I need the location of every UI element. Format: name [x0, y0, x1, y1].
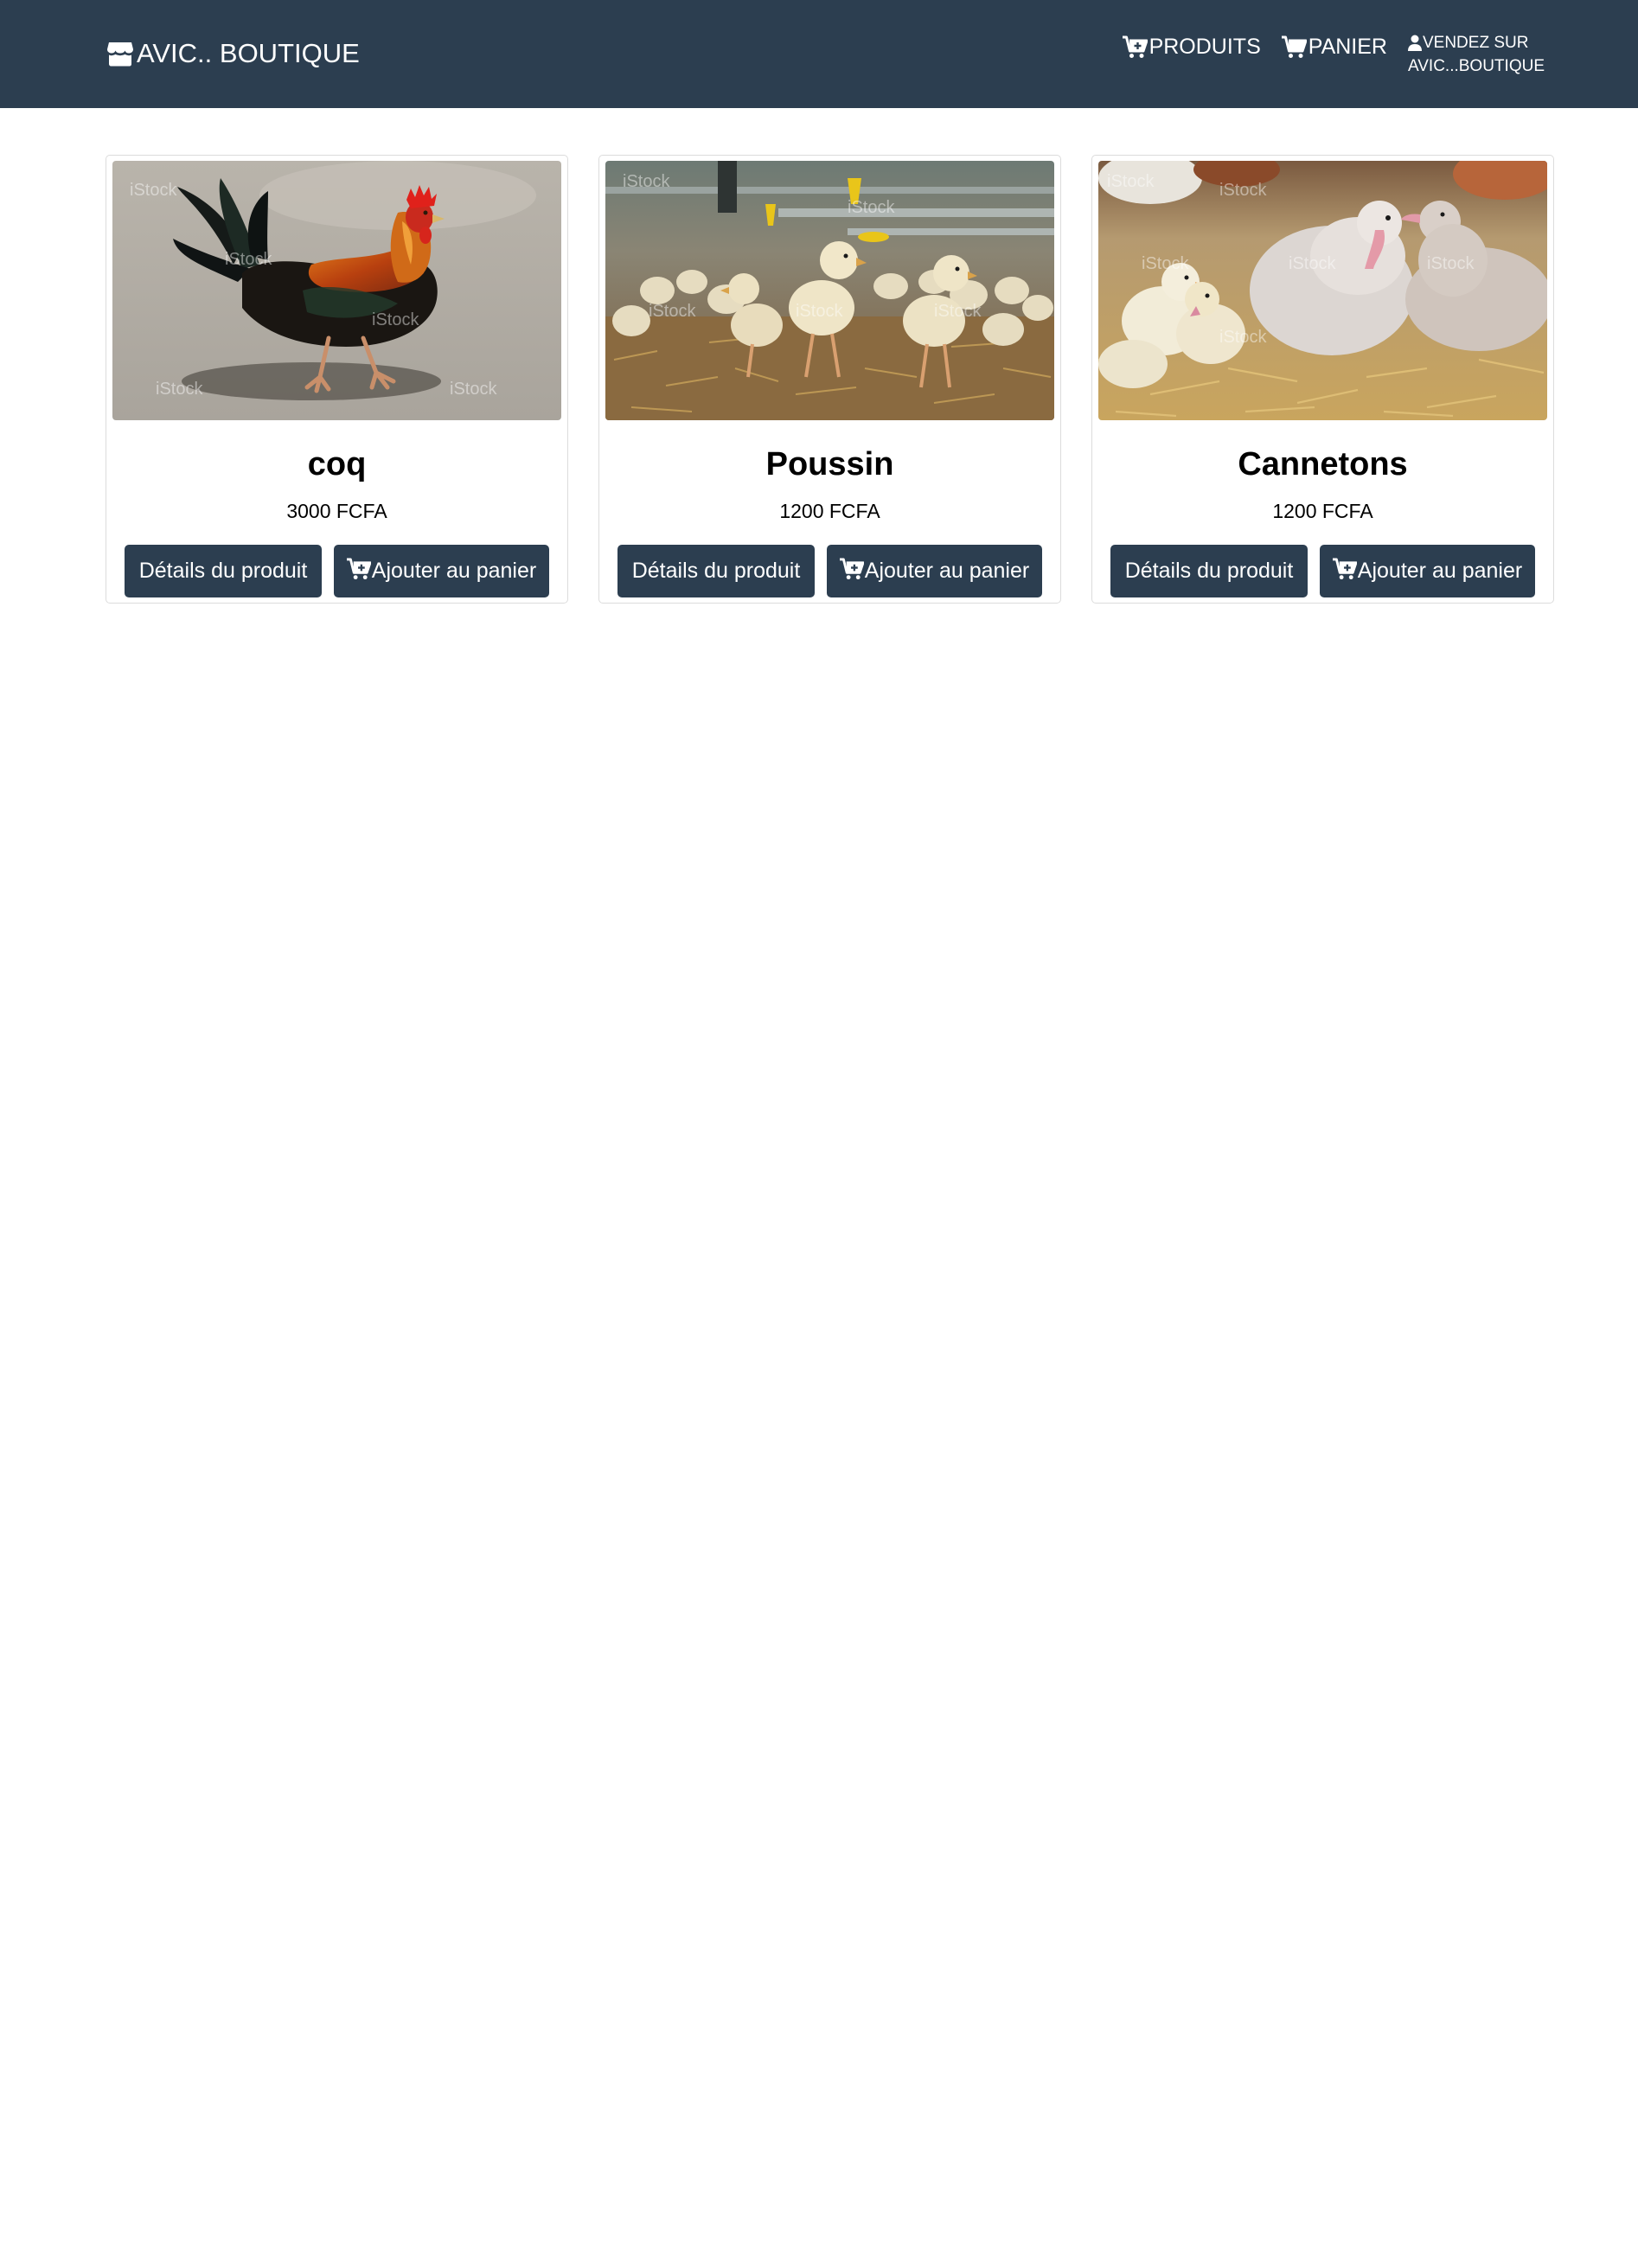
watermark-text: iStock [372, 310, 419, 329]
product-card: iStock iStock iStock iStock iStock coq 3… [106, 155, 568, 604]
user-icon [1407, 35, 1422, 52]
button-label: Ajouter au panier [371, 559, 537, 583]
seller-line1: VENDEZ SUR [1407, 31, 1529, 54]
nav-links: PRODUITS PANIER VENDEZ SUR AVIC...BOUTIQ… [1102, 0, 1545, 108]
seller-label-line1: VENDEZ SUR [1422, 34, 1529, 52]
product-details-button[interactable]: Détails du produit [1110, 545, 1308, 597]
watermark-text: iStock [848, 198, 895, 217]
product-card: iStock iStock iStock iStock iStock iStoc… [1091, 155, 1554, 604]
watermark-text: iStock [1219, 328, 1267, 347]
cart-plus-icon [1122, 35, 1148, 59]
product-grid: iStock iStock iStock iStock iStock coq 3… [106, 155, 1554, 604]
button-label: Détails du produit [631, 559, 801, 583]
add-to-cart-button[interactable]: Ajouter au panier [1320, 545, 1535, 597]
button-label: Détails du produit [138, 559, 308, 583]
nav-link-vendez[interactable]: VENDEZ SUR AVIC...BOUTIQUE [1407, 31, 1545, 78]
brand-label: AVIC.. BOUTIQUE [137, 38, 360, 68]
product-card: iStock iStock iStock iStock iStock Pouss… [598, 155, 1061, 604]
cart-plus-icon [839, 557, 864, 580]
store-icon [106, 39, 135, 68]
watermark-text: iStock [1142, 254, 1189, 273]
product-image-ducklings[interactable]: iStock iStock iStock iStock iStock iStoc… [1098, 161, 1547, 420]
cart-plus-icon [346, 557, 371, 580]
product-image-chicks[interactable]: iStock iStock iStock iStock iStock [605, 161, 1054, 420]
watermark-text: iStock [1427, 254, 1475, 273]
nav-link-panier[interactable]: PANIER [1281, 35, 1387, 60]
nav-link-label: PANIER [1308, 35, 1387, 59]
watermark-text: iStock [225, 250, 272, 269]
watermark-text: iStock [649, 302, 696, 321]
product-title: coq [307, 446, 367, 482]
nav-link-label: PRODUITS [1149, 35, 1261, 59]
watermark-text: iStock [1107, 172, 1155, 191]
cart-plus-icon [1332, 557, 1357, 580]
watermark-text: iStock [934, 302, 982, 321]
watermark-text: iStock [1219, 181, 1267, 200]
product-details-button[interactable]: Détails du produit [125, 545, 322, 597]
watermark-text: iStock [1289, 254, 1336, 273]
button-label: Ajouter au panier [1357, 559, 1523, 583]
product-price: 1200 FCFA [779, 500, 880, 522]
navbar: AVIC.. BOUTIQUE PRODUITS PANIER VENDEZ S… [0, 0, 1638, 108]
watermark-text: iStock [623, 172, 670, 191]
button-label: Détails du produit [1124, 559, 1294, 583]
watermark-text: iStock [796, 302, 843, 321]
watermark-text: iStock [130, 181, 177, 200]
product-details-button[interactable]: Détails du produit [617, 545, 815, 597]
button-label: Ajouter au panier [864, 559, 1030, 583]
product-title: Cannetons [1238, 446, 1408, 482]
add-to-cart-button[interactable]: Ajouter au panier [827, 545, 1042, 597]
product-image-rooster[interactable]: iStock iStock iStock iStock iStock [112, 161, 561, 420]
watermark-text: iStock [450, 380, 497, 399]
product-price: 1200 FCFA [1272, 500, 1373, 522]
cart-icon [1281, 35, 1307, 59]
nav-link-produits[interactable]: PRODUITS [1122, 35, 1261, 60]
add-to-cart-button[interactable]: Ajouter au panier [334, 545, 549, 597]
product-title: Poussin [765, 446, 894, 482]
seller-label-line2: AVIC...BOUTIQUE [1407, 57, 1545, 75]
product-price: 3000 FCFA [286, 500, 387, 522]
brand-link[interactable]: AVIC.. BOUTIQUE [106, 38, 360, 69]
watermark-text: iStock [156, 380, 203, 399]
